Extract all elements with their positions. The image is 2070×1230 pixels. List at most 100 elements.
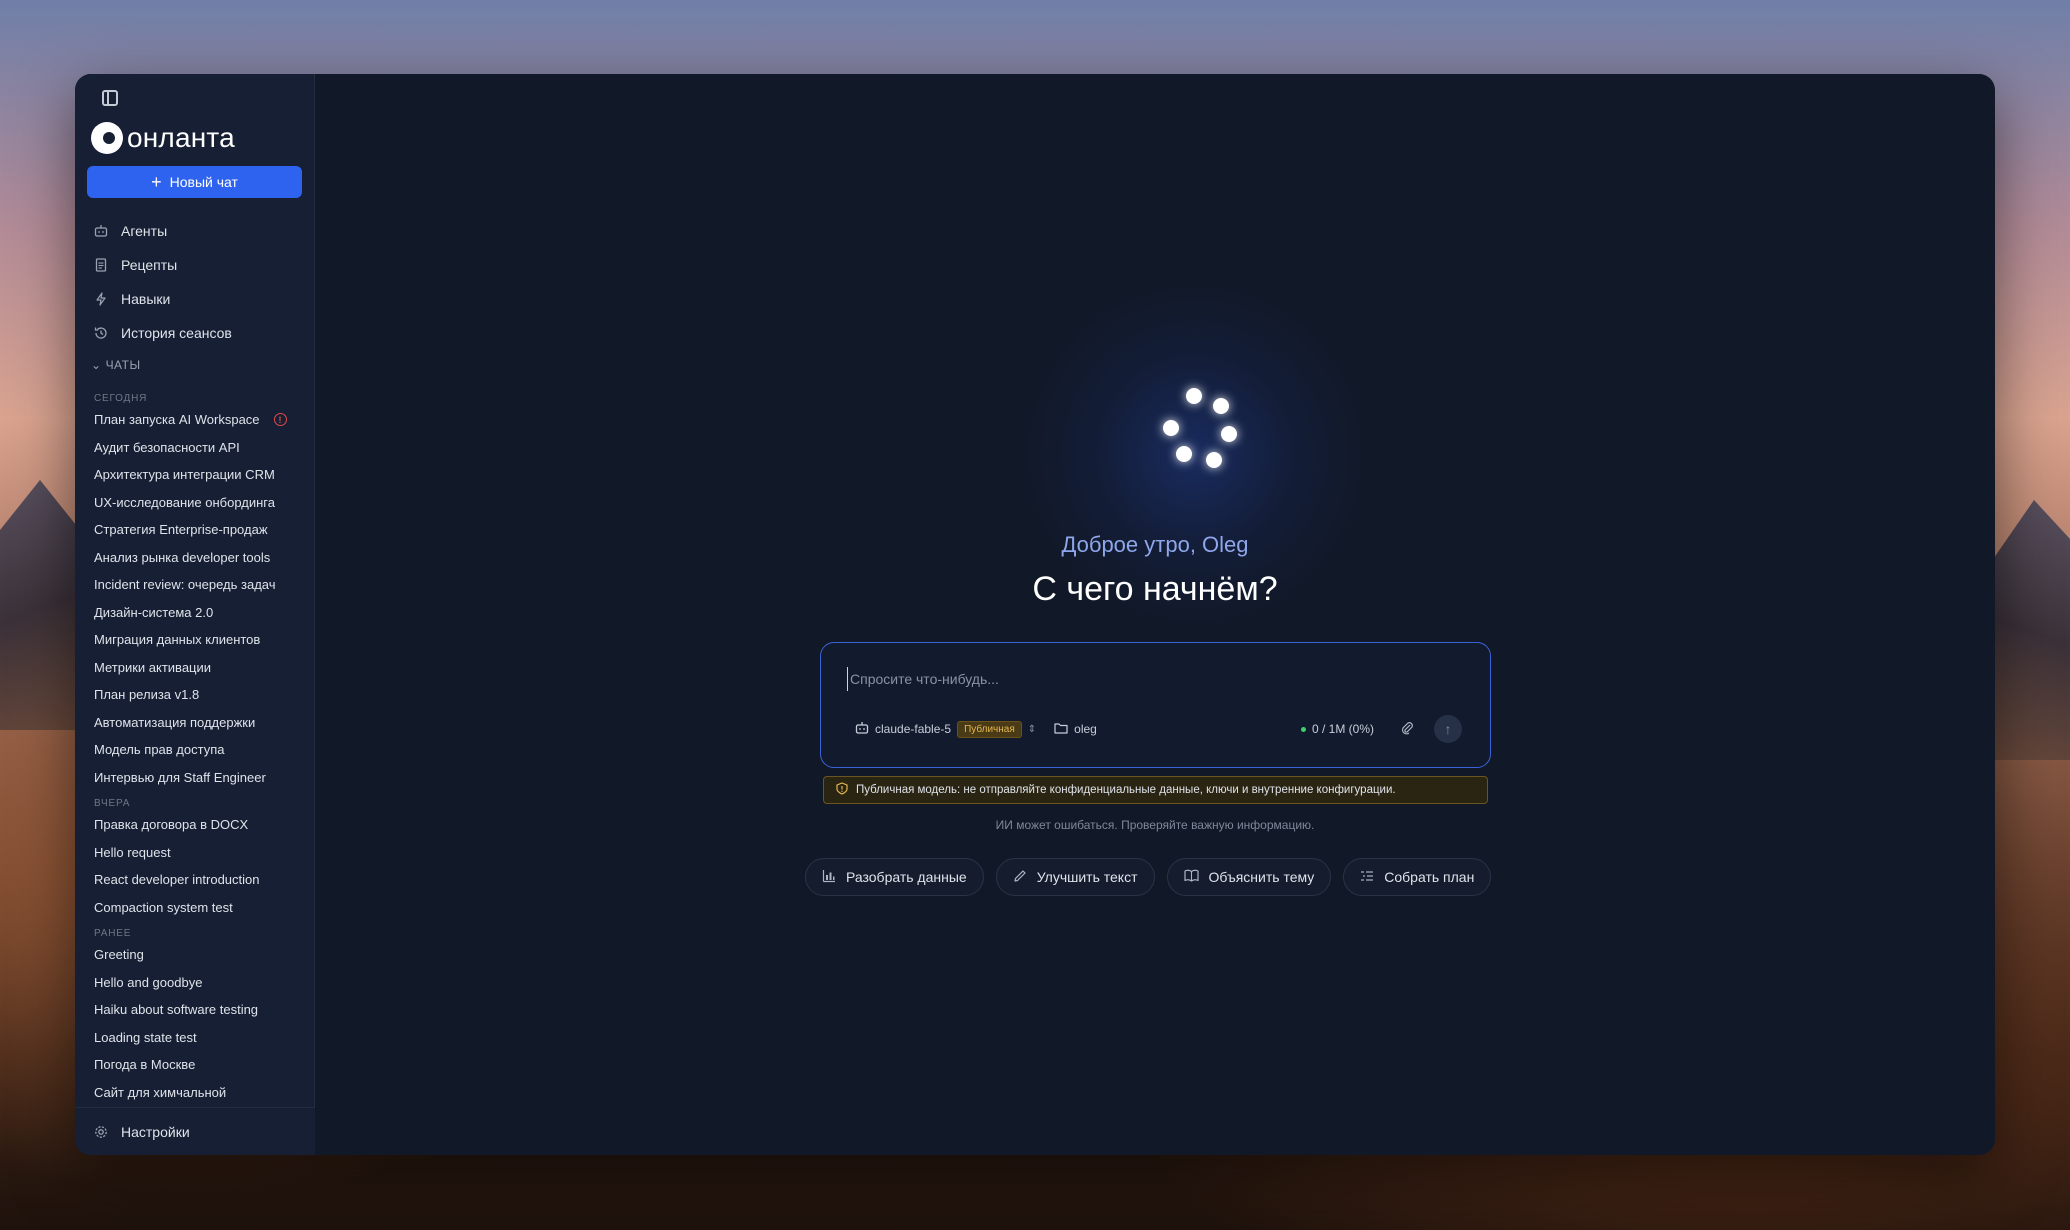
chevron-updown-icon: ⇕ [1027,723,1037,735]
error-icon: ! [273,413,287,427]
list-item[interactable]: Аудит безопасности API [94,434,304,462]
group-label-today: СЕГОДНЯ [94,393,148,404]
list-item[interactable]: Интервью для Staff Engineer [94,764,304,792]
folder-name: oleg [1074,722,1097,736]
chart-icon [822,869,836,886]
list-item[interactable]: Миграция данных клиентов [94,626,304,654]
greeting: Доброе утро, Oleg [1061,532,1249,557]
sidebar-item-label: История сеансов [121,325,232,341]
list-item[interactable]: Метрики активации [94,654,304,682]
robot-icon [93,223,109,239]
sidebar-toggle-icon[interactable] [102,90,118,106]
gear-icon [93,1124,109,1140]
main-area: Доброе утро, Oleg С чего начнём? claude-… [315,74,1995,1155]
sidebar-item-agents[interactable]: Агенты [93,214,303,248]
spinner-dot [1221,426,1237,442]
chat-title: План запуска AI Workspace [94,412,260,428]
shield-warning-icon [836,782,848,798]
list-item[interactable]: План запуска AI Workspace ! [94,406,304,434]
list-item[interactable]: Haiku about software testing [94,996,304,1024]
book-icon [1183,869,1199,885]
list-item[interactable]: Incident review: очередь задач [94,571,304,599]
folder-icon [1054,722,1068,737]
analyze-data-button[interactable]: Разобрать данные [805,858,984,896]
list-item[interactable]: Compaction system test [94,894,304,922]
model-name: claude-fable-5 [875,722,952,736]
sidebar-item-skills[interactable]: Навыки [93,282,303,316]
list-item[interactable]: Архитектура интеграции CRM [94,461,304,489]
sidebar-item-recipes[interactable]: Рецепты [93,248,303,282]
public-model-warning: Публичная модель: не отправляйте конфиде… [823,776,1488,804]
model-selector[interactable]: claude-fable-5 Публичная ⇕ [855,720,1037,738]
action-label: Улучшить текст [1036,869,1138,885]
list-item[interactable]: Анализ рынка developer tools [94,544,304,572]
token-usage-text: 0 / 1M (0%) [1311,722,1374,736]
composer: claude-fable-5 Публичная ⇕ oleg 0 / 1M (… [820,642,1491,768]
settings-label: Настройки [121,1123,190,1140]
app-window: онланта + Новый чат Агенты Рецепты Навык… [75,74,1995,1155]
group-label-earlier: РАНЕЕ [94,928,132,939]
list-item[interactable]: Модель прав доступа [94,736,304,764]
model-badge: Публичная [957,720,1022,738]
list-item[interactable]: Greeting [94,941,304,969]
list-item[interactable]: План релиза v1.8 [94,681,304,709]
list-item[interactable]: Дизайн-система 2.0 [94,599,304,627]
document-icon [93,257,109,273]
spinner-dot [1186,388,1202,404]
list-item[interactable]: Hello and goodbye [94,969,304,997]
token-usage: 0 / 1M (0%) [1300,722,1374,736]
new-chat-button[interactable]: + Новый чат [87,166,302,198]
sidebar-item-label: Навыки [121,291,171,307]
logo: онланта [91,122,235,154]
new-chat-label: Новый чат [169,174,238,190]
page-title: С чего начнём? [1032,570,1278,608]
suggestion-actions: Разобрать данные Улучшить текст Объяснит… [805,858,1492,896]
logo-text: онланта [127,122,235,153]
list-item[interactable]: Сайт для химчальной [94,1079,304,1107]
list-item[interactable]: Стратегия Enterprise-продаж [94,516,304,544]
spinner-dot [1206,452,1222,468]
list-item[interactable]: Loading state test [94,1024,304,1052]
action-label: Разобрать данные [846,869,967,885]
folder-selector[interactable]: oleg [1054,722,1097,737]
warning-text: Публичная модель: не отправляйте конфиде… [856,784,1396,796]
sidebar-item-label: Агенты [121,223,168,239]
disclaimer: ИИ может ошибаться. Проверяйте важную ин… [995,818,1315,832]
sidebar-item-label: Рецепты [121,257,178,273]
action-label: Объяснить тему [1208,869,1315,885]
sidebar-item-session-history[interactable]: История сеансов [93,316,303,350]
spinner-dot [1176,446,1192,462]
explain-topic-button[interactable]: Объяснить тему [1166,858,1332,896]
list-item[interactable]: Погода в Москве [94,1051,304,1079]
robot-icon [855,721,869,738]
plus-icon: + [151,172,162,192]
sidebar: онланта + Новый чат Агенты Рецепты Навык… [75,74,315,1155]
list-item[interactable]: UX-исследование онбординга [94,489,304,517]
lightning-icon [93,291,109,307]
sidebar-nav: Агенты Рецепты Навыки История сеансов [93,214,303,350]
paperclip-icon[interactable] [1400,721,1414,738]
list-item[interactable]: Автоматизация поддержки [94,709,304,737]
build-plan-button[interactable]: Собрать план [1343,858,1492,896]
chevron-down-icon: ⌄ [91,358,102,372]
loading-spinner-icon [1145,384,1245,484]
pencil-icon [1013,869,1027,886]
send-button[interactable]: ↑ [1434,715,1462,743]
settings-button[interactable]: Настройки [75,1107,315,1155]
chats-section-toggle[interactable]: ⌄ ЧАТЫ [91,358,141,372]
improve-text-button[interactable]: Улучшить текст [995,858,1155,896]
chats-section-label: ЧАТЫ [105,358,141,372]
arrow-up-icon: ↑ [1444,721,1452,737]
composer-toolbar: claude-fable-5 Публичная ⇕ oleg 0 / 1M (… [855,715,1462,743]
list-item[interactable]: React developer introduction [94,866,304,894]
list-icon [1360,869,1374,886]
prompt-input[interactable] [847,667,1447,691]
chat-list: СЕГОДНЯ План запуска AI Workspace ! Ауди… [94,386,304,1106]
list-item[interactable]: Hello request [94,839,304,867]
history-icon [93,325,109,341]
group-label-yesterday: ВЧЕРА [94,798,131,809]
spinner-dot [1213,398,1229,414]
status-dot-icon [1300,726,1306,732]
logo-mark-icon [91,122,123,154]
list-item[interactable]: Правка договора в DOCX [94,811,304,839]
